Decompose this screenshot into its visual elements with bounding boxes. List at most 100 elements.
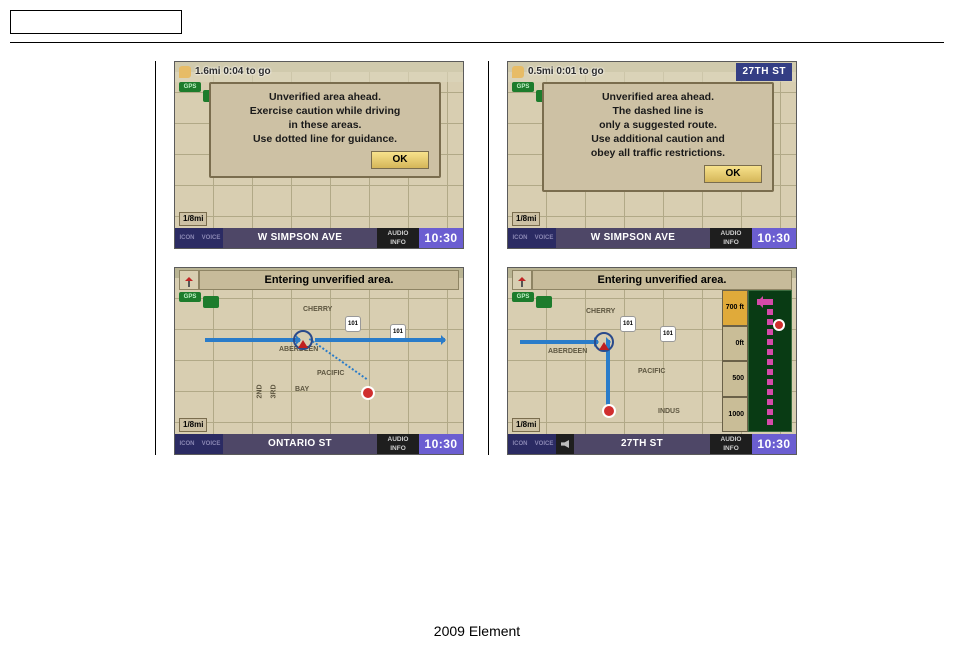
route-line [315,338,445,342]
audio-info-button[interactable]: AUDIO INFO [377,434,419,454]
highway-shield: 101 [620,316,636,332]
dialog-line: Unverified area ahead. [548,90,768,104]
street-label: 2ND [257,384,264,398]
info-label: INFO [710,444,752,453]
audio-label: AUDIO [710,229,752,238]
audio-info-button[interactable]: AUDIO INFO [377,228,419,248]
audio-label: AUDIO [377,229,419,238]
content-columns: GPS 1.6mi 0:04 to go Unverified area ahe… [10,61,944,455]
info-label: INFO [377,444,419,453]
street-label: CHERRY [303,306,332,313]
bottom-left-buttons[interactable]: ICON VOICE [175,434,223,454]
vehicle-marker-icon [594,332,614,352]
distance-step: 700 ft [722,290,748,326]
dialog-line: Use dotted line for guidance. [215,132,435,146]
distance-column: 700 ft 0ft 500 1000 [722,290,748,432]
gps-indicator: GPS [512,82,534,92]
audio-label: AUDIO [377,435,419,444]
icon-toggle[interactable]: ICON [175,434,199,454]
bottom-bar: ICON VOICE W SIMPSON AVE AUDIO INFO 10:3… [175,228,463,248]
next-street-sign: 27TH ST [736,63,792,81]
street-label: PACIFIC [317,370,344,377]
distance-readout: 0.5mi 0:01 to go [528,67,604,77]
top-status-strip: 1.6mi 0:04 to go [175,62,463,82]
audio-info-button[interactable]: AUDIO INFO [710,228,752,248]
nav-screen-bottom-left: Entering unverified area. GPS CHERRY ABE… [174,267,464,455]
alert-dialog: Unverified area ahead. The dashed line i… [542,82,774,192]
turn-preview [748,290,792,432]
turn-guidance: 700 ft 0ft 500 1000 [722,290,792,432]
sound-icon[interactable] [556,434,574,454]
clock: 10:30 [419,434,463,454]
bottom-bar: ICON VOICE 27TH ST AUDIO INFO 10:30 [508,434,796,454]
compass-icon[interactable] [179,270,199,290]
destination-icon [361,386,375,400]
clock: 10:30 [752,228,796,248]
dialog-line: Unverified area ahead. [215,90,435,104]
route-line [205,338,300,342]
distance-step: 500 [722,361,748,397]
current-street: 27TH ST [574,434,710,454]
info-label: INFO [710,238,752,247]
horizontal-rule [10,42,944,43]
bottom-bar: ICON VOICE W SIMPSON AVE AUDIO INFO 10:3… [508,228,796,248]
street-label: CHERRY [586,308,615,315]
destination-icon [602,404,616,418]
gps-indicator: GPS [179,292,201,302]
bottom-bar: ICON VOICE ONTARIO ST AUDIO INFO 10:30 [175,434,463,454]
clock: 10:30 [419,228,463,248]
page-footer: 2009 Element [0,624,954,638]
vehicle-marker-icon [293,330,313,350]
info-label: INFO [377,238,419,247]
compass-icon[interactable] [512,270,532,290]
dialog-line: Exercise caution while driving [215,104,435,118]
icon-toggle[interactable]: ICON [508,434,532,454]
dialog-line: Use additional caution and [548,132,768,146]
voice-toggle[interactable]: VOICE [199,434,223,454]
nav-screen-top-left: GPS 1.6mi 0:04 to go Unverified area ahe… [174,61,464,249]
status-banner: Entering unverified area. [199,270,459,290]
bottom-left-buttons[interactable]: ICON VOICE [508,434,556,454]
dialog-line: in these areas. [215,118,435,132]
map-scale: 1/8mi [179,418,207,432]
nav-screen-bottom-right: Entering unverified area. GPS CHERRY ABE… [507,267,797,455]
document-page: GPS 1.6mi 0:04 to go Unverified area ahe… [0,0,954,652]
left-column: GPS 1.6mi 0:04 to go Unverified area ahe… [155,61,466,455]
map-scale: 1/8mi [512,418,540,432]
clock: 10:30 [752,434,796,454]
voice-toggle[interactable]: VOICE [199,228,223,248]
distance-step: 1000 [722,397,748,433]
right-column: GPS 0.5mi 0:01 to go 27TH ST Unverified … [488,61,799,455]
alert-dialog: Unverified area ahead. Exercise caution … [209,82,441,178]
nav-screen-top-right: GPS 0.5mi 0:01 to go 27TH ST Unverified … [507,61,797,249]
bottom-left-buttons[interactable]: ICON VOICE [175,228,223,248]
icon-toggle[interactable]: ICON [508,228,532,248]
hand-icon [512,66,524,78]
status-banner: Entering unverified area. [532,270,792,290]
bottom-left-buttons[interactable]: ICON VOICE [508,228,556,248]
top-status-strip: 0.5mi 0:01 to go 27TH ST [508,62,796,82]
highway-shield: 101 [660,326,676,342]
street-label: 3RD [271,384,278,398]
turn-line-icon [767,299,773,425]
voice-toggle[interactable]: VOICE [532,434,556,454]
audio-label: AUDIO [710,435,752,444]
ok-button[interactable]: OK [371,151,429,169]
audio-info-button[interactable]: AUDIO INFO [710,434,752,454]
dialog-line: obey all traffic restrictions. [548,146,768,160]
ok-button[interactable]: OK [704,165,762,183]
dialog-line: only a suggested route. [548,118,768,132]
current-street: ONTARIO ST [223,434,377,454]
gps-indicator: GPS [179,82,201,92]
highway-shield: 101 [345,316,361,332]
route-line [520,340,598,344]
current-street: W SIMPSON AVE [223,228,377,248]
distance-readout: 1.6mi 0:04 to go [195,67,271,77]
dialog-line: The dashed line is [548,104,768,118]
street-label: PACIFIC [638,368,665,375]
distance-step: 0ft [722,326,748,362]
map-scale: 1/8mi [512,212,540,226]
voice-toggle[interactable]: VOICE [532,228,556,248]
icon-toggle[interactable]: ICON [175,228,199,248]
turn-destination-icon [773,319,785,331]
